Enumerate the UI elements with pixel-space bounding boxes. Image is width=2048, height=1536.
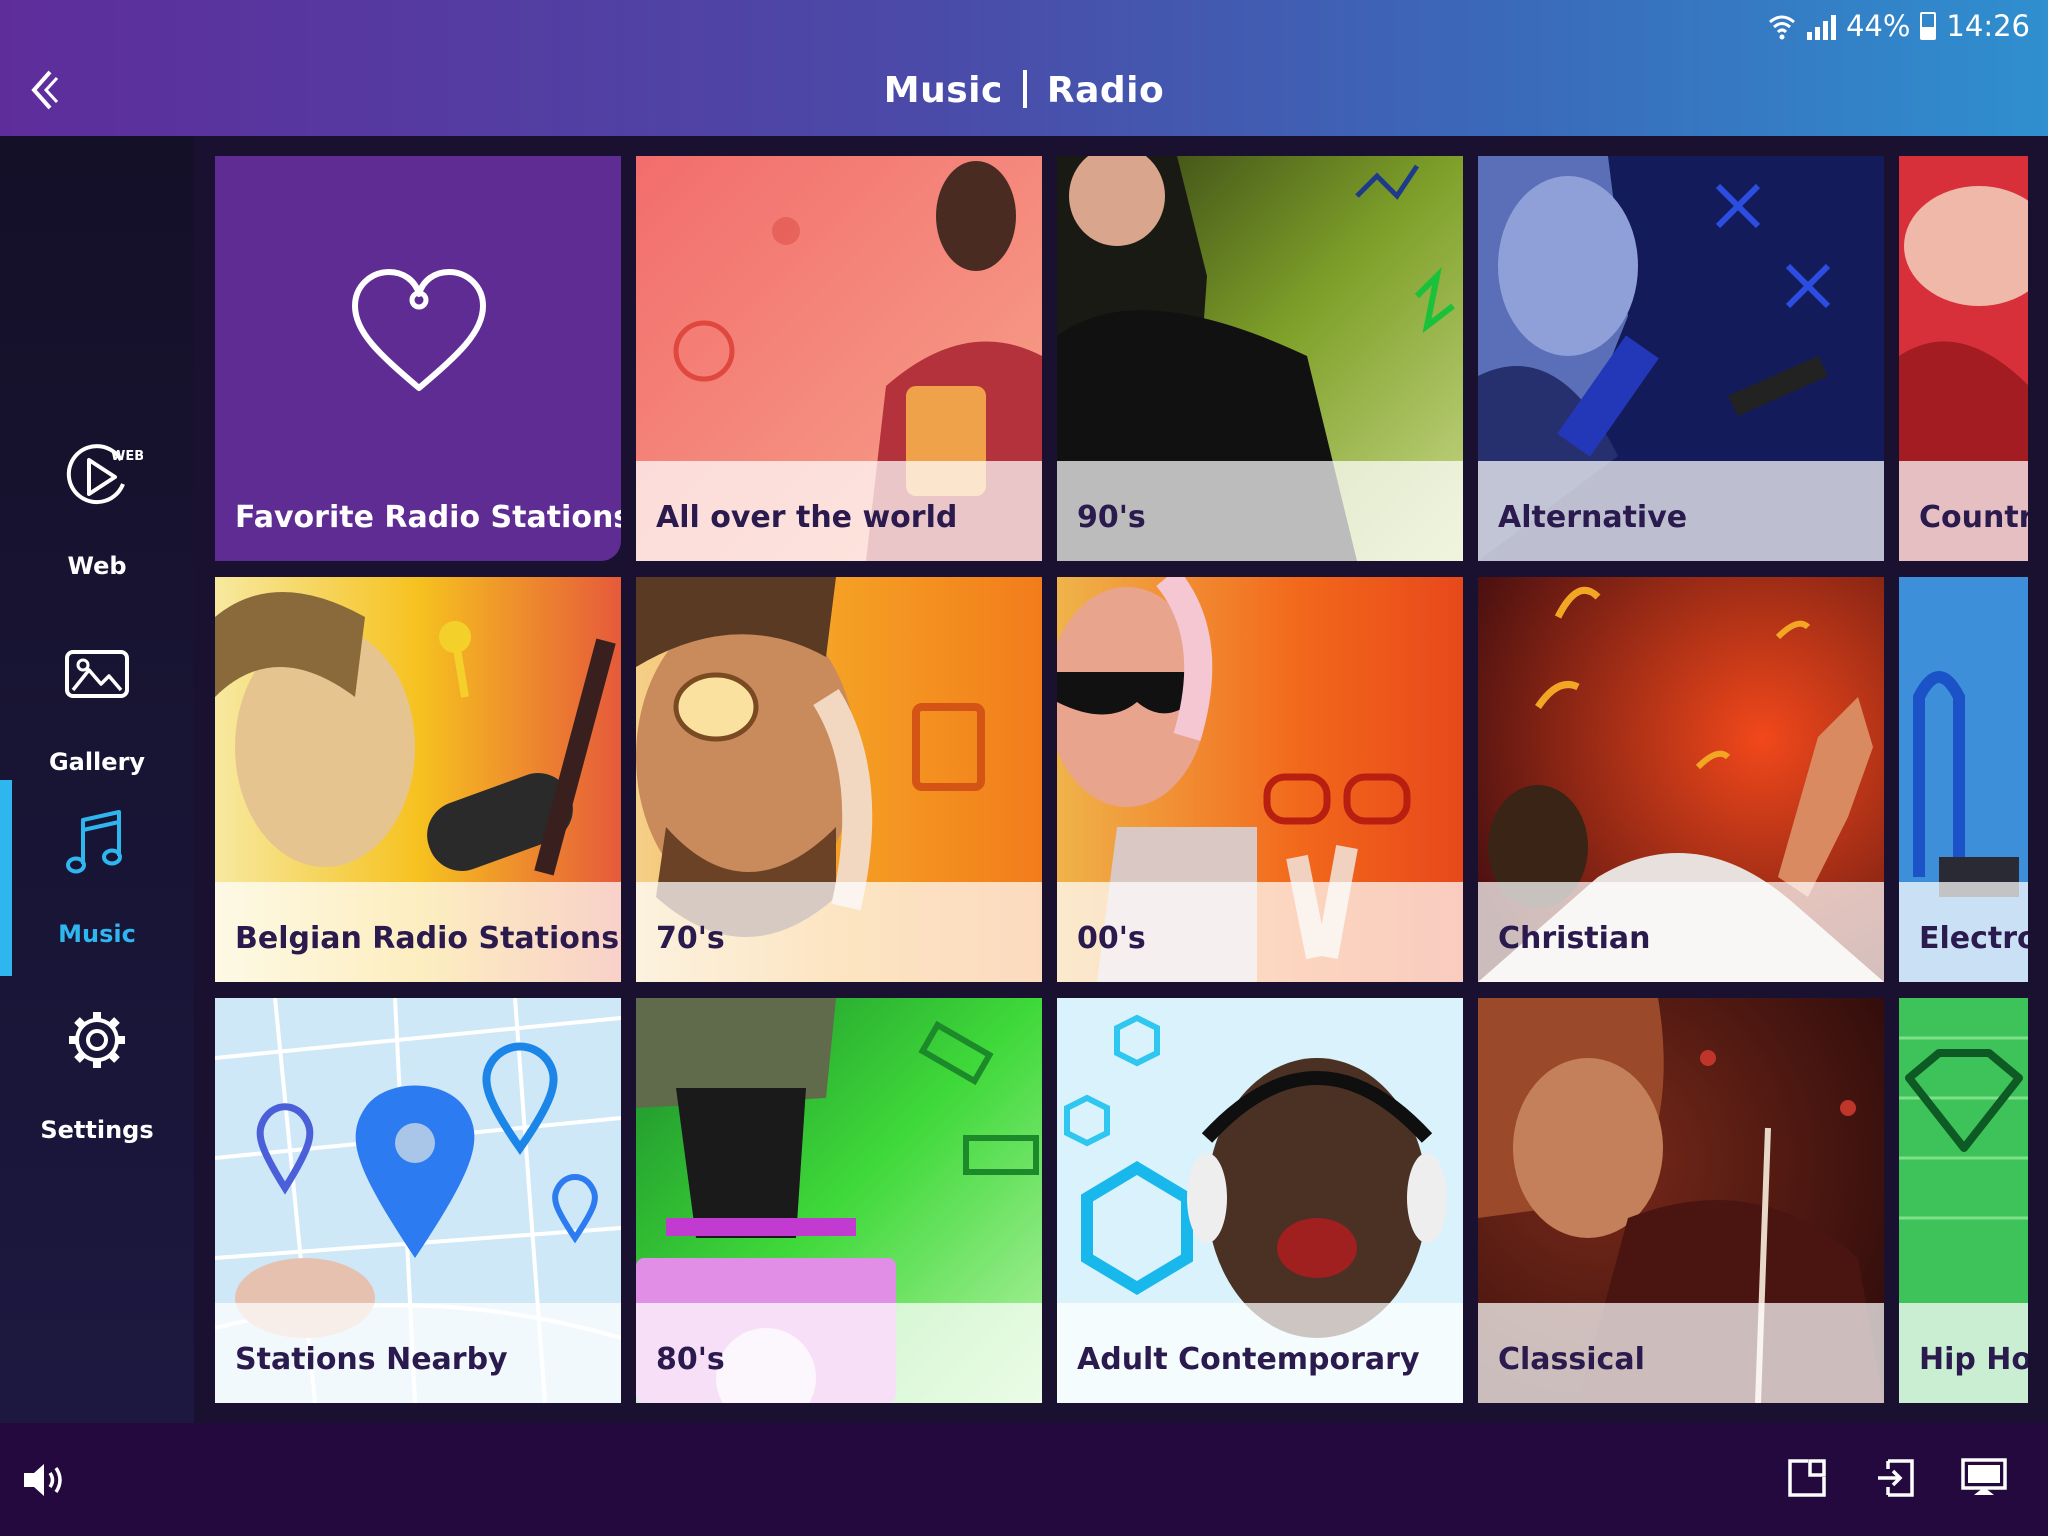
tile-label: Classical <box>1498 1342 1645 1377</box>
tile-christian[interactable]: Christian <box>1478 577 1884 982</box>
battery-percent: 44% <box>1845 9 1911 43</box>
volume-icon[interactable] <box>22 1461 68 1499</box>
clock: 14:26 <box>1946 9 2030 43</box>
battery-icon <box>1920 12 1937 40</box>
top-header: 44% 14:26 Music Radio <box>0 0 2048 136</box>
tile-label: Adult Contemporary <box>1077 1342 1420 1377</box>
tile-electronic[interactable]: Electronic <box>1899 577 2028 982</box>
sidebar-item-label: Music <box>58 920 136 948</box>
bottom-bar <box>0 1423 2048 1536</box>
tile-label: Alternative <box>1498 500 1688 535</box>
tile-adult-contemporary[interactable]: Adult Contemporary <box>1057 998 1463 1403</box>
tile-90s[interactable]: 90's <box>1057 156 1463 561</box>
music-note-icon <box>66 810 122 874</box>
tile-label: Belgian Radio Stations <box>235 921 620 956</box>
tile-label: 80's <box>656 1342 725 1377</box>
tile-classical[interactable]: Classical <box>1478 998 1884 1403</box>
sidebar-item-label: Web <box>67 552 127 580</box>
tile-label: Favorite Radio Stations <box>235 500 621 535</box>
tile-label: 00's <box>1077 921 1146 956</box>
status-bar: 44% 14:26 <box>1767 6 2030 46</box>
tile-country[interactable]: Country <box>1899 156 2028 561</box>
tile-80s[interactable]: 80's <box>636 998 1042 1403</box>
heart-icon <box>352 269 486 391</box>
tile-label: Country <box>1919 500 2028 535</box>
genre-grid: Favorite Radio Stations All over the wor… <box>215 156 2028 1404</box>
tile-label: 70's <box>656 921 725 956</box>
web-play-icon: WEB <box>66 444 143 505</box>
tile-70s[interactable]: 70's <box>636 577 1042 982</box>
gallery-icon <box>65 650 129 698</box>
web-badge: WEB <box>111 449 143 464</box>
sidebar-item-label: Settings <box>40 1116 154 1144</box>
picture-in-picture-icon[interactable] <box>1786 1457 1828 1499</box>
tile-hip-hop[interactable]: Hip Hop <box>1899 998 2028 1403</box>
signal-icon <box>1806 12 1836 40</box>
sidebar-item-label: Gallery <box>48 748 146 776</box>
tile-label: 90's <box>1077 500 1146 535</box>
tile-label: All over the world <box>656 500 958 535</box>
title-radio: Radio <box>1046 70 1165 111</box>
tile-label: Hip Hop <box>1919 1342 2028 1377</box>
page-title: Music Radio <box>0 70 2048 111</box>
sidebar: WEB Web Gallery Music Settings <box>0 136 194 1423</box>
sidebar-item-settings[interactable]: Settings <box>0 976 194 1172</box>
sidebar-item-gallery[interactable]: Gallery <box>0 608 194 804</box>
title-separator <box>1022 70 1027 108</box>
tile-all-over-the-world[interactable]: All over the world <box>636 156 1042 561</box>
tile-belgian-radio-stations[interactable]: Belgian Radio Stations <box>215 577 621 982</box>
tile-label: Stations Nearby <box>235 1342 508 1377</box>
tile-00s[interactable]: 00's <box>1057 577 1463 982</box>
sidebar-item-web[interactable]: WEB Web <box>0 412 194 608</box>
gear-icon <box>69 1012 125 1068</box>
tile-label: Christian <box>1498 921 1651 956</box>
title-music: Music <box>883 70 1003 111</box>
tile-stations-nearby[interactable]: Stations Nearby <box>215 998 621 1403</box>
wifi-icon <box>1768 15 1795 40</box>
tile-label: Electronic <box>1919 921 2028 956</box>
tile-favorite-radio-stations[interactable]: Favorite Radio Stations <box>215 156 621 561</box>
tile-alternative[interactable]: Alternative <box>1478 156 1884 561</box>
sidebar-item-music[interactable]: Music <box>0 780 194 976</box>
input-switch-icon[interactable] <box>1874 1457 1916 1499</box>
screen-cast-icon[interactable] <box>1960 1457 2008 1499</box>
